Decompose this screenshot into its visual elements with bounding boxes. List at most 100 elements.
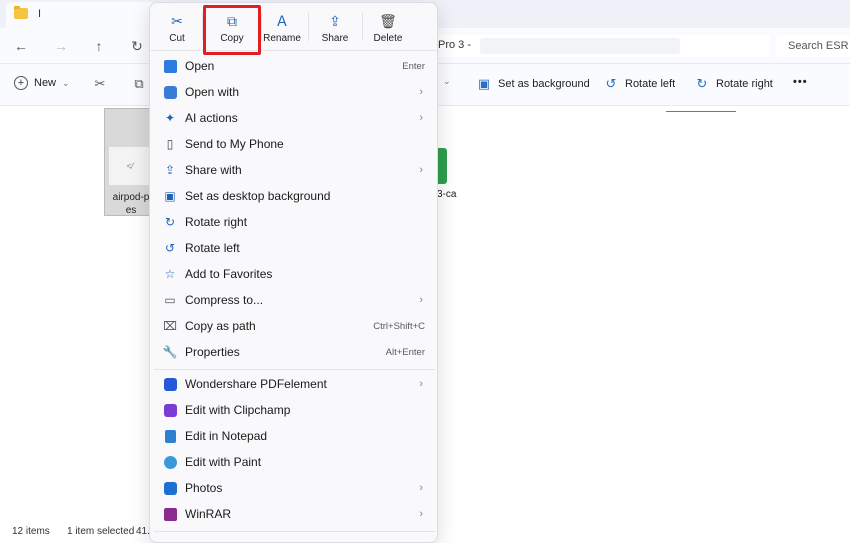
cut-toolbar-button[interactable]: ✂ [92, 76, 108, 92]
menu-item-label: Edit with Paint [185, 455, 262, 469]
copy-highlight-box [203, 5, 261, 55]
forward-button[interactable]: → [50, 36, 72, 56]
menu-item-paint[interactable]: Edit with Paint [154, 449, 435, 475]
file-thumbnail[interactable] [437, 148, 447, 184]
arrow-right-icon: → [54, 38, 68, 54]
rotate-right-label: Rotate right [716, 78, 773, 90]
menu-item-label: Rotate left [185, 241, 240, 255]
properties-icon: 🔧 [162, 345, 178, 359]
cut-button[interactable]: ✂ Cut [162, 7, 192, 51]
menu-item-shortcut: Alt+Enter [385, 346, 425, 358]
menu-item-label: Photos [185, 481, 223, 495]
rotate-left-icon: ↺ [605, 76, 617, 91]
divider-line [666, 111, 736, 112]
set-background-button[interactable]: ▣ Set as background [476, 76, 590, 92]
chevron-right-icon: › [419, 86, 423, 98]
menu-item-clipchamp[interactable]: Edit with Clipchamp [154, 397, 435, 423]
copy-toolbar-button[interactable]: ⧉ [131, 76, 147, 92]
address-path-blur [480, 38, 680, 54]
menu-item-shortcut: Ctrl+Shift+C [373, 320, 425, 332]
star-icon: ☆ [164, 267, 176, 281]
rotate-left-icon: ↺ [164, 241, 176, 255]
menu-item-share-with[interactable]: ⇪ Share with › [154, 157, 435, 183]
rotate-left-button[interactable]: ↺ Rotate left [603, 76, 676, 92]
delete-button[interactable]: 🗑 Delete [368, 7, 408, 51]
back-button[interactable]: ← [10, 36, 32, 56]
chevron-right-icon: › [419, 508, 423, 520]
new-label: New [34, 77, 57, 89]
pdfelement-icon [162, 376, 178, 392]
menu-item-ai-actions[interactable]: ✦ AI actions › [154, 105, 435, 131]
menu-item-photos[interactable]: Photos › [154, 475, 435, 501]
quick-action-separator [362, 13, 363, 41]
phone-icon: ▯ [166, 137, 174, 151]
winrar-icon [162, 506, 178, 522]
share-icon: ⇪ [329, 12, 341, 29]
menu-item-open-with[interactable]: Open with › [154, 79, 435, 105]
refresh-icon: ↻ [131, 37, 143, 54]
tab-title: I [38, 8, 42, 20]
menu-item-compress-to[interactable]: ▭ Compress to... › [154, 287, 435, 313]
new-button[interactable]: + New ⌄ [14, 76, 70, 90]
notepad-icon [162, 428, 178, 444]
image-thumbnail-icon: <⁄ [126, 161, 134, 171]
open-with-icon [162, 84, 178, 100]
chevron-right-icon: › [419, 112, 423, 124]
menu-item-open[interactable]: Open Enter [154, 53, 435, 79]
delete-label: Delete [373, 33, 403, 44]
chevron-right-icon: › [419, 294, 423, 306]
search-box[interactable]: Search ESR [776, 35, 850, 57]
menu-item-label: Rotate right [185, 215, 248, 229]
desktop-background-icon: ▣ [164, 189, 176, 203]
toolbar-dropdown[interactable]: ⌄ [443, 76, 451, 87]
menu-item-label: Open [185, 59, 215, 73]
menu-item-add-to-favorites[interactable]: ☆ Add to Favorites [154, 261, 435, 287]
file-item-selected[interactable]: <⁄ airpod-p es [104, 108, 154, 216]
file-name: 3-ca [437, 189, 457, 200]
chevron-down-icon: ⌄ [443, 76, 451, 86]
arrow-left-icon: ← [14, 38, 28, 54]
menu-item-copy-as-path[interactable]: ⌧ Copy as path Ctrl+Shift+C [154, 313, 435, 339]
address-bar[interactable]: Pro 3 - [430, 35, 770, 57]
menu-item-rotate-left[interactable]: ↺ Rotate left [154, 235, 435, 261]
menu-item-shortcut: Enter [402, 60, 425, 72]
menu-item-notepad[interactable]: Edit in Notepad [154, 423, 435, 449]
photos-icon [162, 480, 178, 496]
set-background-label: Set as background [498, 78, 590, 90]
menu-item-winrar[interactable]: WinRAR › [154, 501, 435, 527]
menu-item-send-to-phone[interactable]: ▯ Send to My Phone [154, 131, 435, 157]
item-count: 12 items [12, 526, 50, 537]
chevron-right-icon: › [419, 482, 423, 494]
arrow-up-icon: ↑ [95, 38, 103, 54]
share-with-icon: ⇪ [164, 163, 176, 177]
desktop-background-icon: ▣ [477, 76, 491, 91]
menu-item-label: Set as desktop background [185, 189, 331, 203]
refresh-button[interactable]: ↻ [126, 36, 148, 56]
rename-button[interactable]: Ａ Rename [262, 7, 302, 51]
share-button[interactable]: ⇪ Share [316, 7, 354, 51]
menu-item-label: Edit with Clipchamp [185, 403, 291, 417]
rotate-left-label: Rotate left [625, 78, 676, 90]
selection-size: 41. [136, 526, 150, 537]
chevron-right-icon: › [419, 164, 423, 176]
rotate-right-button[interactable]: ↻ Rotate right [694, 76, 773, 92]
menu-item-rotate-right[interactable]: ↻ Rotate right [154, 209, 435, 235]
search-placeholder: Search ESR [788, 40, 849, 52]
more-options-button[interactable]: ••• [793, 76, 808, 88]
delete-icon: 🗑 [379, 12, 397, 29]
menu-item-set-desktop-background[interactable]: ▣ Set as desktop background [154, 183, 435, 209]
compress-icon: ▭ [164, 293, 176, 307]
paint-icon [162, 454, 178, 470]
quick-action-separator [308, 13, 309, 41]
menu-item-label: AI actions [185, 111, 238, 125]
menu-item-label: Share with [185, 163, 242, 177]
menu-item-properties[interactable]: 🔧 Properties Alt+Enter [154, 339, 435, 365]
file-name: airpod-p es [112, 192, 150, 216]
window-tab[interactable]: I [6, 2, 156, 28]
rotate-right-icon: ↻ [696, 76, 708, 91]
copy-path-icon: ⌧ [163, 319, 177, 333]
up-button[interactable]: ↑ [88, 36, 110, 56]
menu-item-label: Add to Favorites [185, 267, 273, 281]
copy-icon: ⧉ [134, 76, 144, 91]
menu-item-pdfelement[interactable]: Wondershare PDFelement › [154, 371, 435, 397]
